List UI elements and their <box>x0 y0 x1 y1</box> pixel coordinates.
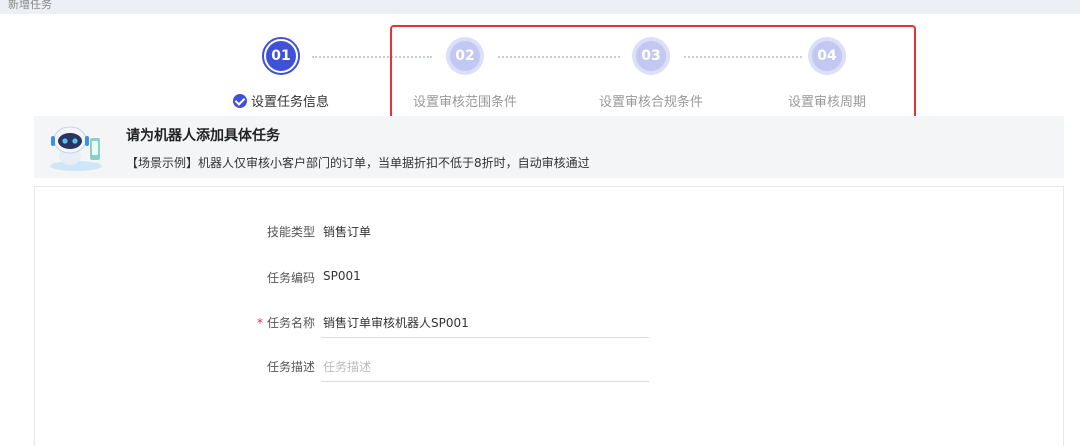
step-1-number: 01 <box>266 41 296 71</box>
form-row-task-code: 任务编码 SP001 <box>35 263 1065 293</box>
banner-title: 请为机器人添加具体任务 <box>126 128 280 144</box>
step-1-label[interactable]: 设置任务信息 <box>233 91 329 110</box>
task-code-value: SP001 <box>323 269 361 283</box>
form-row-skill-type: 技能类型 销售订单 <box>35 217 1065 247</box>
skill-type-label: 技能类型 <box>266 225 315 239</box>
top-bar: 新增任务 <box>0 0 1080 14</box>
skill-type-value: 销售订单 <box>323 225 372 239</box>
check-circle-icon <box>233 94 247 108</box>
task-code-label: 任务编码 <box>266 271 315 285</box>
banner-description: 【场景示例】机器人仅审核小客户部门的订单，当单据折扣不低于8折时，自动审核通过 <box>126 156 590 170</box>
form-row-task-name: * 任务名称 <box>35 308 1065 338</box>
task-desc-label: 任务描述 <box>266 360 315 374</box>
robot-icon <box>50 126 102 171</box>
page-title: 新增任务 <box>8 0 52 11</box>
task-form: 技能类型 销售订单 任务编码 SP001 *任务名称 任务描述 <box>34 186 1064 446</box>
form-row-task-desc: 任务描述 <box>35 352 1065 382</box>
task-name-input[interactable] <box>321 308 649 338</box>
task-name-label-text: 任务名称 <box>266 316 315 330</box>
task-name-label: * 任务名称 <box>257 314 315 331</box>
step-1-label-text: 设置任务信息 <box>251 95 330 110</box>
task-hint-banner: 请为机器人添加具体任务 【场景示例】机器人仅审核小客户部门的订单，当单据折扣不低… <box>34 116 1064 178</box>
required-mark: * <box>256 316 263 330</box>
task-desc-input[interactable] <box>321 352 649 382</box>
step-1-circle[interactable]: 01 <box>262 37 300 75</box>
